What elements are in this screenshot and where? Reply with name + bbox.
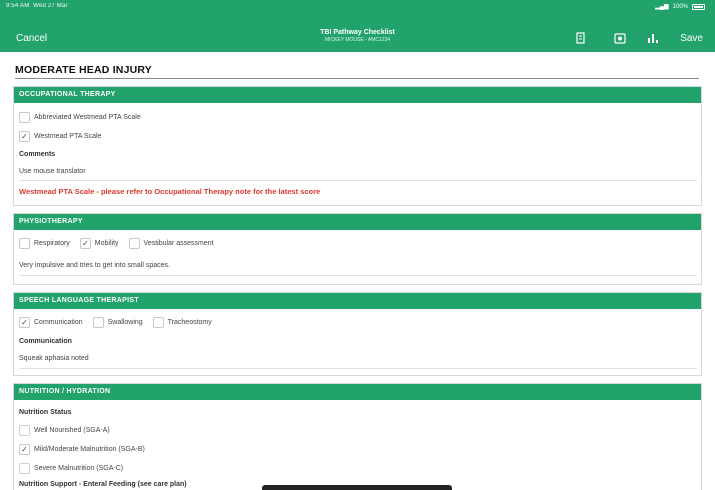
slt-options: ✓ Communication Swallowing Tracheostomy xyxy=(19,317,222,328)
checkbox-box[interactable] xyxy=(152,317,164,328)
status-indicators: ▂▄▆ 100% xyxy=(655,3,705,10)
checkbox-box[interactable] xyxy=(128,238,140,249)
comments-label: Comments xyxy=(19,151,56,158)
checkbox-label: Tracheostomy xyxy=(167,319,212,326)
nutrition-status-label: Nutrition Status xyxy=(19,409,72,416)
radio-mild-moderate[interactable]: ✓ Mild/Moderate Malnutrition (SGA-B) xyxy=(19,444,145,455)
checkbox-label: Abbreviated Westmead PTA Scale xyxy=(34,114,141,121)
field-underline xyxy=(19,368,697,369)
checkbox-label: Mild/Moderate Malnutrition (SGA-B) xyxy=(34,446,145,453)
checkmark-icon[interactable]: ✓ xyxy=(19,444,30,455)
status-time: 9:54 AM Wed 27 Mar xyxy=(6,3,68,9)
checkbox-label: Swallowing xyxy=(107,319,143,326)
checkbox-label: Vestibular assessment xyxy=(143,240,214,247)
checkbox-box[interactable] xyxy=(19,425,30,436)
save-button[interactable]: Save xyxy=(680,33,703,44)
checkmark-icon[interactable]: ✓ xyxy=(19,317,30,328)
page-title: MODERATE HEAD INJURY xyxy=(15,64,153,76)
section-header-nutrition: NUTRITION / HYDRATION xyxy=(14,384,701,400)
divider xyxy=(15,78,699,79)
camera-icon[interactable] xyxy=(614,32,626,47)
checkbox-respiratory[interactable]: Respiratory xyxy=(19,238,70,249)
section-header-ot: OCCUPATIONAL THERAPY xyxy=(14,87,701,103)
battery-percent: 100% xyxy=(672,3,688,10)
checkbox-label: Communication xyxy=(34,319,83,326)
checkbox-box[interactable] xyxy=(19,112,30,123)
checkbox-label: Well Nourished (SGA-A) xyxy=(34,427,110,434)
nav-bar: 9:54 AM Wed 27 Mar ▂▄▆ 100% Cancel TBI P… xyxy=(0,0,715,52)
radio-severe[interactable]: Severe Malnutrition (SGA-C) xyxy=(19,463,123,474)
checkbox-mobility[interactable]: ✓ Mobility xyxy=(79,238,119,249)
nav-title: TBI Pathway Checklist xyxy=(320,29,395,36)
section-nutrition: NUTRITION / HYDRATION Nutrition Status W… xyxy=(13,383,702,490)
checkbox-box[interactable] xyxy=(19,463,30,474)
section-header-slt: SPEECH LANGUAGE THERAPIST xyxy=(14,293,701,309)
field-underline xyxy=(19,180,697,181)
checkbox-label: Westmead PTA Scale xyxy=(34,133,102,140)
physio-note-field[interactable]: Very impulsive and tries to get into sma… xyxy=(19,262,170,269)
signal-icon: ▂▄▆ xyxy=(655,4,669,10)
checkbox-box[interactable] xyxy=(92,317,104,328)
document-icon[interactable] xyxy=(576,32,586,47)
radio-well-nourished[interactable]: Well Nourished (SGA-A) xyxy=(19,425,110,436)
comments-field[interactable]: Use mouse translator xyxy=(19,168,86,175)
chart-icon[interactable] xyxy=(647,32,659,47)
checkbox-abbreviated-westmead[interactable]: Abbreviated Westmead PTA Scale xyxy=(19,112,141,123)
section-speech-language: SPEECH LANGUAGE THERAPIST ✓ Communication… xyxy=(13,292,702,376)
field-underline xyxy=(19,275,697,276)
status-time-text: 9:54 AM xyxy=(6,3,30,9)
physio-options: Respiratory ✓ Mobility Vestibular assessm… xyxy=(19,238,224,249)
section-physiotherapy: PHYSIOTHERAPY Respiratory ✓ Mobility Vest… xyxy=(13,213,702,285)
nav-subtitle: MICKEY MOUSE - AMC1234 xyxy=(324,37,391,43)
checkbox-label: Mobility xyxy=(94,240,119,247)
section-header-physio: PHYSIOTHERAPY xyxy=(14,214,701,230)
checkbox-label: Severe Malnutrition (SGA-C) xyxy=(34,465,124,472)
communication-field[interactable]: Squeak aphasia noted xyxy=(19,355,89,362)
communication-label: Communication xyxy=(19,338,72,345)
checkbox-swallowing[interactable]: Swallowing xyxy=(92,317,143,328)
status-date-text: Wed 27 Mar xyxy=(33,3,68,9)
checkbox-box[interactable] xyxy=(19,238,30,249)
checkbox-communication[interactable]: ✓ Communication xyxy=(19,317,83,328)
checkbox-westmead-pta[interactable]: ✓ Westmead PTA Scale xyxy=(19,131,101,142)
checkbox-vestibular[interactable]: Vestibular assessment xyxy=(128,238,214,249)
warning-text: Westmead PTA Scale - please refer to Occ… xyxy=(19,187,321,196)
nutrition-support-label: Nutrition Support - Enteral Feeding (see… xyxy=(19,481,187,488)
checkmark-icon[interactable]: ✓ xyxy=(19,131,30,142)
home-indicator xyxy=(262,485,452,490)
section-occupational-therapy: OCCUPATIONAL THERAPY Abbreviated Westmea… xyxy=(13,86,702,206)
checkbox-tracheostomy[interactable]: Tracheostomy xyxy=(152,317,212,328)
checkbox-label: Respiratory xyxy=(34,240,70,247)
battery-icon xyxy=(692,3,705,10)
checkmark-icon[interactable]: ✓ xyxy=(79,238,91,249)
